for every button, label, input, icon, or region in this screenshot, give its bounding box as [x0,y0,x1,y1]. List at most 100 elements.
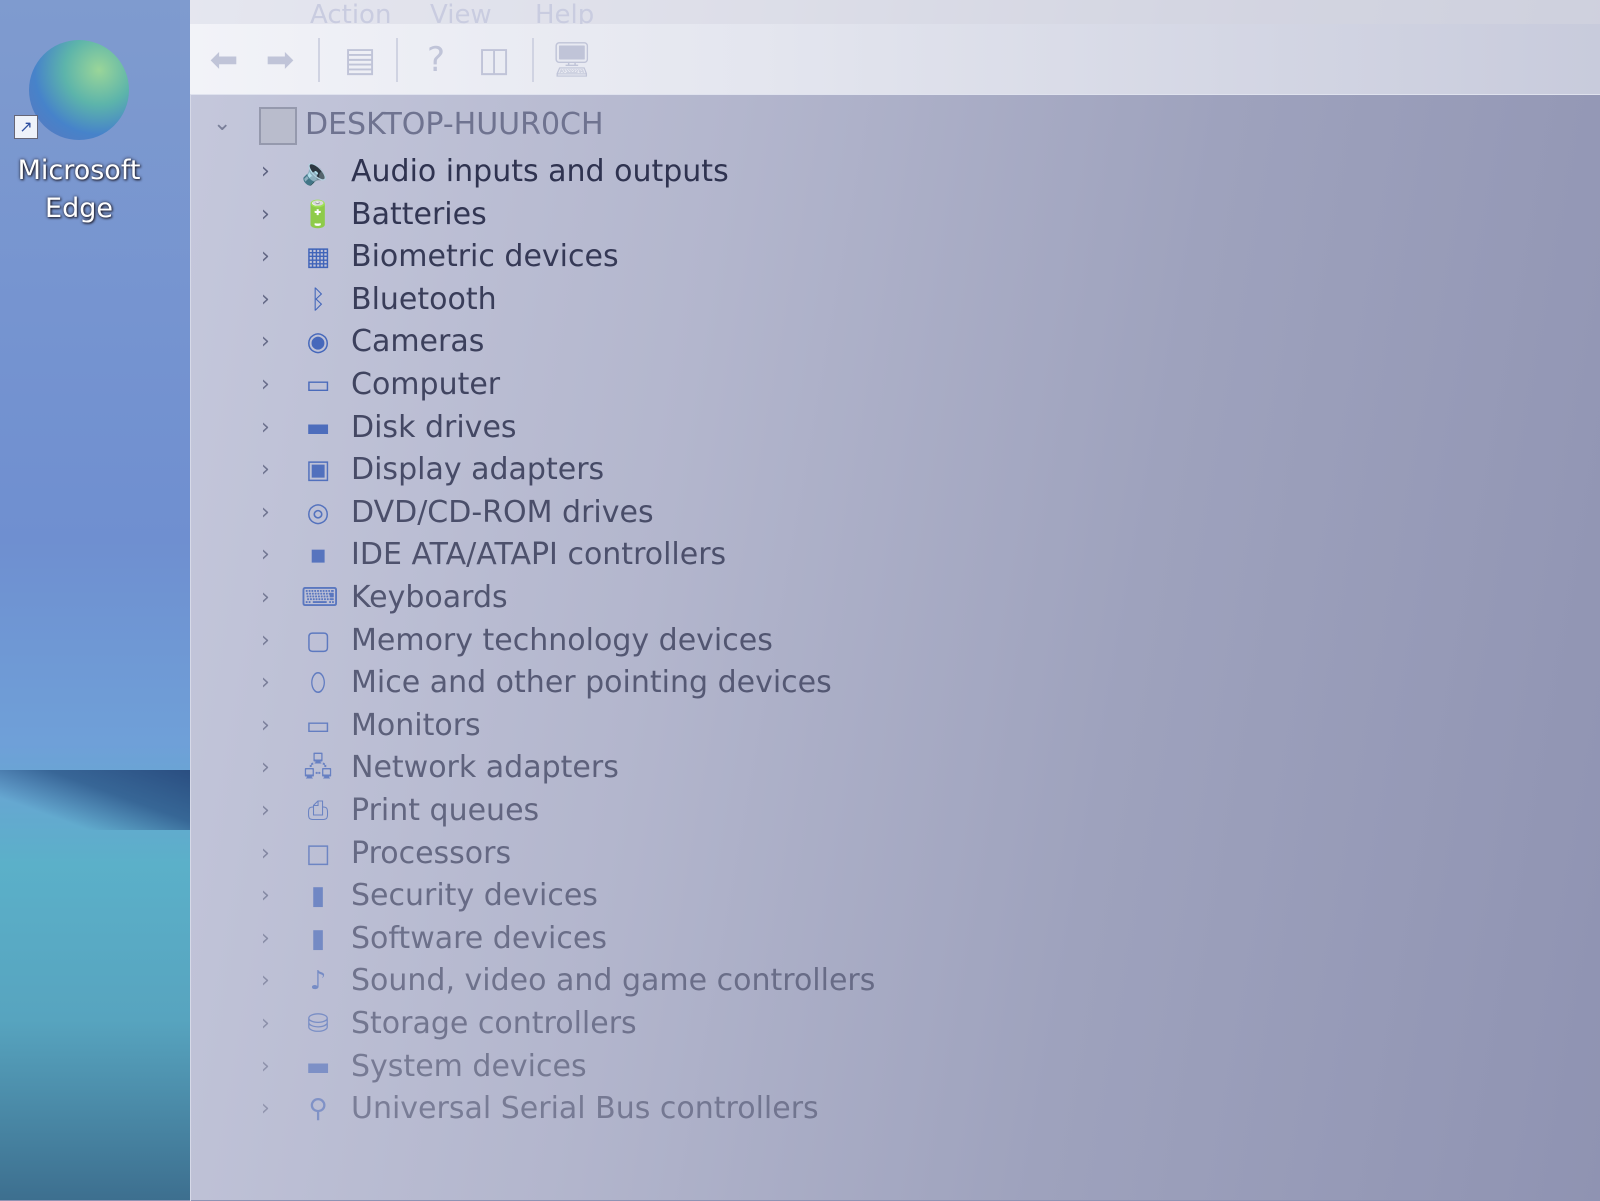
expand-chevron-icon[interactable]: › [261,1054,270,1079]
software-device-icon: ▮ [310,923,326,954]
fingerprint-icon: ▦ [305,242,331,273]
device-category-label: IDE ATA/ATAPI controllers [351,537,727,573]
device-category-label: Storage controllers [351,1006,637,1041]
display-adapter-icon: ▣ [305,455,331,486]
properties-icon[interactable]: ▤ [338,40,382,80]
device-category-row[interactable]: › ⚲ Universal Serial Bus controllers [191,1090,991,1130]
ide-controller-icon: ▪ [309,540,327,571]
wallpaper-horizon [0,770,190,830]
expand-chevron-icon[interactable]: › [261,585,270,610]
device-category-row[interactable]: › 🔋 Batteries [191,196,991,236]
memory-device-icon: ▢ [305,625,331,656]
storage-controller-icon: ⛁ [307,1009,329,1039]
disk-drive-icon: ▬ [305,412,331,443]
expand-chevron-icon[interactable]: › [261,159,270,184]
device-category-row[interactable]: › ▭ Monitors [191,707,991,747]
device-category-label: Display adapters [351,452,605,488]
monitor-icon: ▭ [305,710,331,741]
network-adapter-icon: 🖧 [303,753,333,784]
device-category-row[interactable]: › ⎙ Print queues [191,792,991,832]
printer-icon: ⎙ [307,796,329,826]
device-category-row[interactable]: › ◉ Cameras [191,323,991,363]
device-category-row[interactable]: › □ Processors [191,835,991,875]
device-category-row[interactable]: › 🔈 Audio inputs and outputs [191,153,991,193]
scan-hardware-icon[interactable]: 🖥 [550,40,594,80]
expand-chevron-icon[interactable]: › [261,415,270,440]
device-category-row[interactable]: › ▦ Biometric devices [191,238,991,278]
expand-chevron-icon[interactable]: › [261,968,270,993]
device-category-label: Memory technology devices [351,622,773,658]
device-category-row[interactable]: › ▣ Display adapters [191,451,991,491]
device-category-row[interactable]: › ▮ Security devices [191,877,991,917]
help-icon[interactable]: ? [414,40,458,80]
device-category-label: Network adapters [351,750,619,786]
device-category-label: Security devices [351,878,598,914]
expand-chevron-icon[interactable]: › [261,329,270,354]
expand-chevron-icon[interactable]: › [261,287,270,312]
device-category-row[interactable]: › ♪ Sound, video and game controllers [191,962,991,1002]
shortcut-arrow-icon: ↗ [14,115,38,139]
collapse-chevron-icon[interactable]: ⌄ [213,111,231,136]
expand-chevron-icon[interactable]: › [261,926,270,951]
expand-chevron-icon[interactable]: › [261,457,270,482]
expand-chevron-icon[interactable]: › [261,628,270,653]
expand-chevron-icon[interactable]: › [261,755,270,780]
device-category-row[interactable]: › ▪ IDE ATA/ATAPI controllers [191,536,991,576]
keyboard-icon: ⌨ [301,583,339,613]
computer-name: DESKTOP-HUUR0CH [305,107,604,142]
device-category-label: Sound, video and game controllers [351,963,876,999]
device-category-label: Monitors [351,707,481,743]
device-category-row[interactable]: › ⛁ Storage controllers [191,1005,991,1045]
device-category-row[interactable]: › ⌨ Keyboards [191,579,991,619]
expand-chevron-icon[interactable]: › [261,244,270,269]
device-category-row[interactable]: › ▢ Memory technology devices [191,622,991,662]
device-category-label: Disk drives [351,409,517,445]
edge-logo-icon [29,40,129,140]
device-category-label: Print queues [351,793,540,828]
desktop-background: ↗ Microsoft Edge [0,0,190,1200]
back-arrow-icon[interactable]: ⬅ [202,40,246,80]
device-category-row[interactable]: › ▮ Software devices [191,920,991,960]
toolbar: ⬅ ➡ ▤ ? ◫ 🖥 [190,24,1600,94]
device-category-label: Software devices [351,920,607,956]
toolbar-separator [396,38,398,82]
device-category-row[interactable]: › ▬ Disk drives [191,409,991,449]
toolbar-separator [318,38,320,82]
device-category-row[interactable]: › ⬯ Mice and other pointing devices [191,664,991,704]
speaker-icon: 🔈 [301,157,335,187]
mouse-icon: ⬯ [309,668,327,699]
device-category-row[interactable]: › ᛒ Bluetooth [191,281,991,321]
device-manager-window: Action View Help ⬅ ➡ ▤ ? ◫ 🖥 ⌄ DESKTOP-H… [190,0,1600,1201]
expand-chevron-icon[interactable]: › [261,372,270,397]
expand-chevron-icon[interactable]: › [261,202,270,227]
system-folder-icon: ▬ [305,1051,331,1082]
usb-icon: ⚲ [308,1094,328,1125]
device-category-row[interactable]: › 🖧 Network adapters [191,749,991,789]
device-category-row[interactable]: › ▭ Computer [191,366,991,406]
forward-arrow-icon[interactable]: ➡ [258,40,302,80]
device-category-label: Processors [351,835,512,871]
sound-controller-icon: ♪ [309,966,327,997]
expand-chevron-icon[interactable]: › [261,883,270,908]
security-device-icon: ▮ [310,881,326,912]
show-hide-pane-icon[interactable]: ◫ [472,40,516,80]
bluetooth-icon: ᛒ [310,284,326,315]
edge-desktop-shortcut[interactable]: ↗ Microsoft Edge [4,40,154,228]
edge-shortcut-label: Microsoft Edge [4,152,154,228]
device-category-label: Cameras [351,324,485,360]
device-category-row[interactable]: › ◎ DVD/CD-ROM drives [191,494,991,534]
battery-icon: 🔋 [301,199,335,230]
device-category-row[interactable]: › ▬ System devices [191,1048,991,1088]
device-category-label: Bluetooth [351,281,497,317]
expand-chevron-icon[interactable]: › [261,1096,270,1121]
camera-icon: ◉ [306,327,330,358]
expand-chevron-icon[interactable]: › [261,1011,270,1036]
expand-chevron-icon[interactable]: › [261,542,270,567]
expand-chevron-icon[interactable]: › [261,500,270,525]
menu-bar: Action View Help [190,0,1600,30]
expand-chevron-icon[interactable]: › [261,670,270,695]
expand-chevron-icon[interactable]: › [261,713,270,738]
computer-root-icon [259,107,297,145]
expand-chevron-icon[interactable]: › [261,841,270,866]
expand-chevron-icon[interactable]: › [261,798,270,823]
